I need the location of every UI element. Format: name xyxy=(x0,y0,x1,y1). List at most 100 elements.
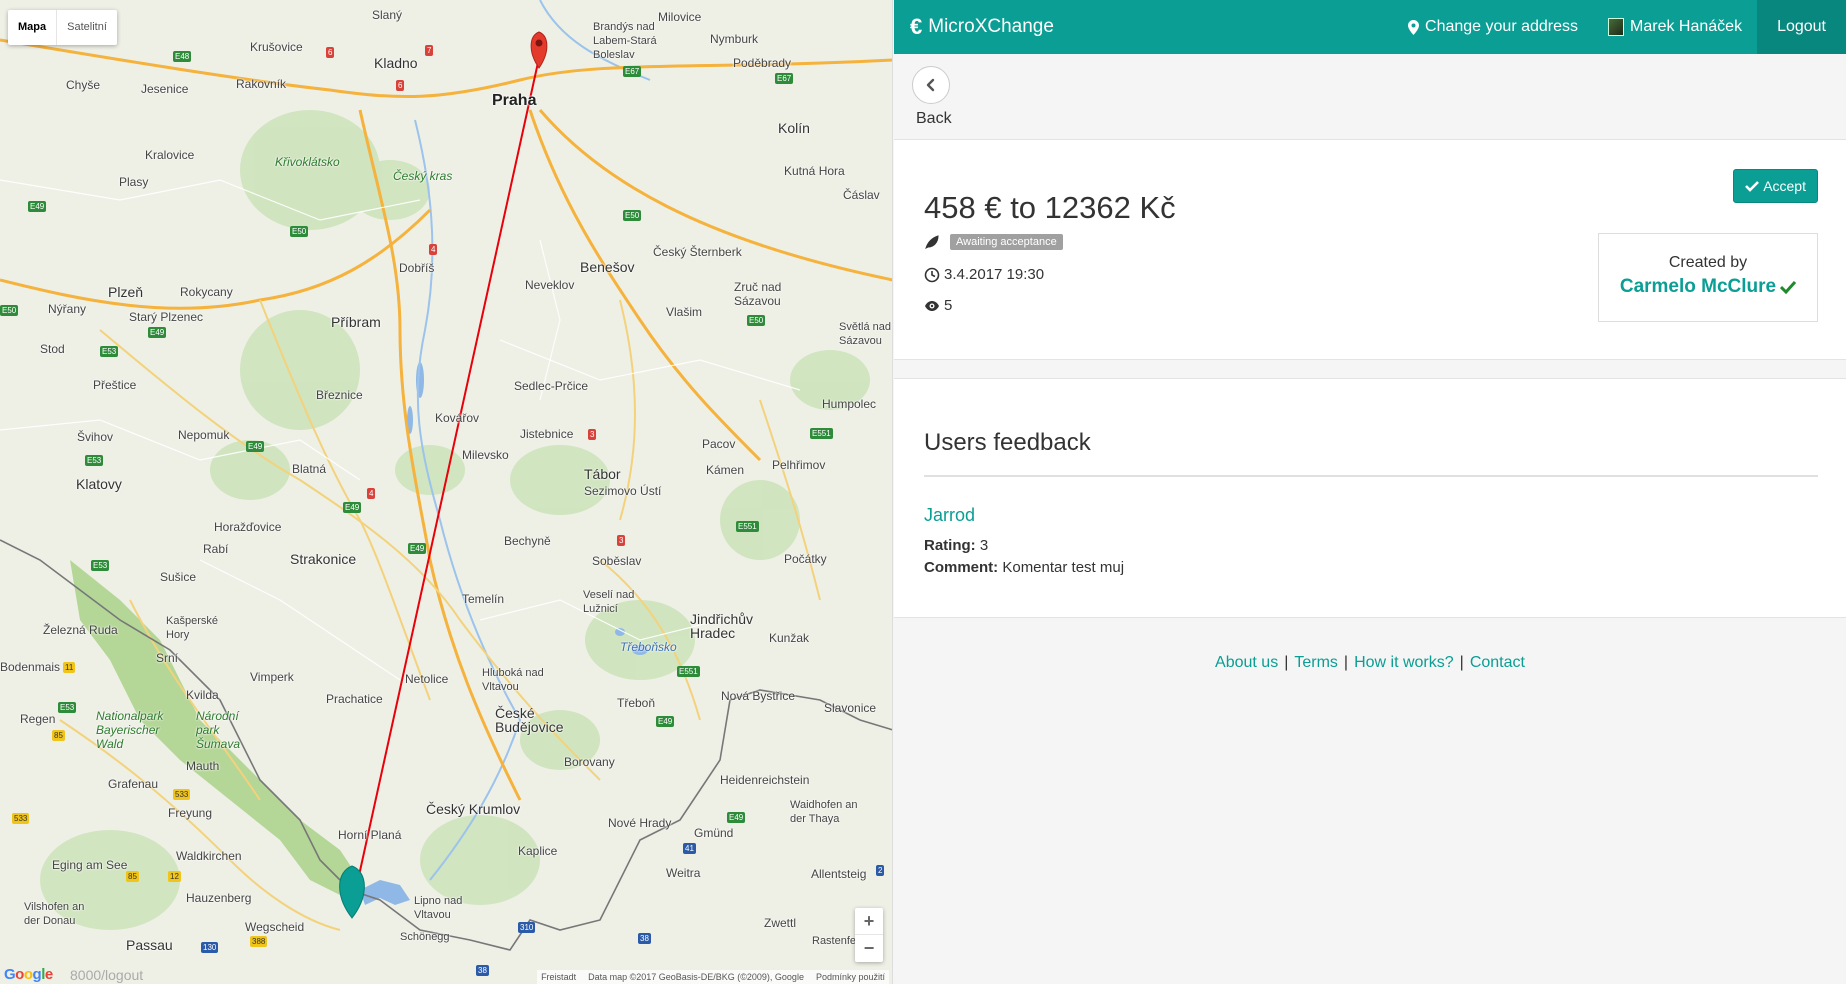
map-label-breznice: Březnice xyxy=(316,388,363,402)
rating-label: Rating: xyxy=(924,537,976,554)
footer-links: About us | Terms | How it works? | Contact xyxy=(894,654,1846,672)
road-badge: 12 xyxy=(168,871,181,882)
road-badge: E50 xyxy=(0,305,19,316)
map-label-bodenmais: Bodenmais xyxy=(0,660,61,674)
map-view[interactable]: Praha Kladno Slaný Brandýs nad Labem-Sta… xyxy=(0,0,893,984)
map-label-zruc: Zruč nad Sázavou xyxy=(734,280,782,308)
map-label-kralovice: Kralovice xyxy=(145,148,195,162)
offer-card: 458 € to 12362 Kč Awaiting acceptance 3.… xyxy=(894,140,1846,360)
map-label-pacov: Pacov xyxy=(702,437,736,451)
map-type-satellite-button[interactable]: Satelitní xyxy=(57,10,117,45)
road-badge: 533 xyxy=(12,813,30,824)
map-label-cesky-krumlov: Český Krumlov xyxy=(426,801,521,817)
map-label-ceske-budejovice: České Budějovice xyxy=(495,705,564,735)
back-button[interactable] xyxy=(912,66,950,104)
brand-name: MicroXChange xyxy=(928,16,1054,37)
navbar: € MicroXChange Change your address Marek… xyxy=(894,0,1846,54)
map-label-vlasim: Vlašim xyxy=(666,305,703,319)
map-label-milovice: Milovice xyxy=(658,10,702,24)
map-label-benesov: Benešov xyxy=(580,259,635,275)
road-badge: E49 xyxy=(656,716,675,727)
road-badge: E49 xyxy=(28,201,47,212)
back-bar: Back xyxy=(894,54,1846,140)
how-it-works-link[interactable]: How it works? xyxy=(1354,654,1454,671)
terms-link[interactable]: Terms xyxy=(1294,654,1338,671)
map-attribution: Freistadt Data map ©2017 GeoBasis-DE/BKG… xyxy=(537,970,889,984)
map-label-freyung: Freyung xyxy=(168,806,213,820)
road-badge: 388 xyxy=(250,936,268,947)
map-label-slany: Slaný xyxy=(372,8,403,22)
map-label-kutna-hora: Kutná Hora xyxy=(784,164,845,178)
map-label-prachatice: Prachatice xyxy=(326,692,383,706)
map-label-prestice: Přeštice xyxy=(93,378,137,392)
road-badge: 85 xyxy=(126,871,139,882)
accept-label: Accept xyxy=(1763,178,1806,194)
chevron-left-icon xyxy=(926,78,935,92)
road-badge: 11 xyxy=(63,662,76,673)
creator-name: Carmelo McClure xyxy=(1619,276,1777,297)
road-badge: E551 xyxy=(810,428,833,439)
creator-link[interactable]: Carmelo McClure xyxy=(1619,276,1797,298)
map-label-waldkirchen: Waldkirchen xyxy=(176,849,242,863)
change-address-label: Change your address xyxy=(1425,18,1579,35)
map-label-borovany: Borovany xyxy=(564,755,615,769)
datetime-row: 3.4.2017 19:30 xyxy=(924,266,1044,283)
map-label-grafenau: Grafenau xyxy=(108,777,159,791)
road-badge: E551 xyxy=(736,521,759,532)
road-badge: E49 xyxy=(408,543,427,554)
map-label-kovarov: Kovářov xyxy=(435,411,480,425)
about-us-link[interactable]: About us xyxy=(1215,654,1278,671)
map-label-vilshofen: Vilshofen an der Donau xyxy=(24,901,85,927)
created-by-label: Created by xyxy=(1668,254,1748,271)
brand-link[interactable]: € MicroXChange xyxy=(894,14,1393,40)
map-label-blatna: Blatná xyxy=(292,462,327,476)
road-badge: 130 xyxy=(201,942,219,953)
back-label[interactable]: Back xyxy=(916,110,952,128)
feedback-title: Users feedback xyxy=(924,429,1091,456)
road-badge: 2 xyxy=(876,865,885,876)
map-label-stary-plzenec: Starý Plzenec xyxy=(129,310,204,324)
map-label-nyrany: Nýřany xyxy=(48,302,87,316)
map-label-svihov: Švihov xyxy=(77,430,114,444)
logout-button[interactable]: Logout xyxy=(1757,0,1846,54)
accept-button[interactable]: Accept xyxy=(1733,169,1818,203)
contact-link[interactable]: Contact xyxy=(1470,654,1525,671)
views-row: 5 xyxy=(924,297,952,314)
map-label-lipno: Lipno nad Vltavou xyxy=(414,895,463,921)
map-label-heidenreichstein: Heidenreichstein xyxy=(720,773,810,787)
road-badge: 4 xyxy=(367,488,376,499)
map-label-cesky-kras: Český kras xyxy=(393,169,453,183)
map-label-caslav: Čáslav xyxy=(843,188,880,202)
road-badge: E551 xyxy=(677,666,700,677)
zoom-control[interactable]: + − xyxy=(855,908,883,962)
map-type-toggle[interactable]: Mapa Satelitní xyxy=(8,10,117,45)
verified-check-icon xyxy=(1780,280,1797,294)
map-label-pocatky: Počátky xyxy=(784,552,827,566)
map-label-dobris: Dobříš xyxy=(399,261,435,275)
map-label-praha: Praha xyxy=(492,92,537,109)
map-label-hauzenberg: Hauzenberg xyxy=(186,891,252,905)
map-label-zwettl: Zwettl xyxy=(764,916,797,930)
zoom-out-button[interactable]: − xyxy=(855,935,883,962)
footer-separator: | xyxy=(1284,654,1289,671)
map-label-neveklov: Neveklov xyxy=(525,278,575,292)
map-label-eging: Eging am See xyxy=(52,858,128,872)
road-badge: 533 xyxy=(173,789,191,800)
change-address-link[interactable]: Change your address xyxy=(1393,0,1593,54)
zoom-in-button[interactable]: + xyxy=(855,908,883,935)
attribution-terms-link[interactable]: Podmínky použití xyxy=(816,972,885,982)
map-label-rakovnik: Rakovník xyxy=(236,77,287,91)
road-badge: E48 xyxy=(173,51,192,62)
check-icon xyxy=(1745,181,1760,192)
map-canvas[interactable] xyxy=(0,0,893,984)
map-label-humpolec: Humpolec xyxy=(822,397,877,411)
map-label-kamen: Kámen xyxy=(706,463,745,477)
map-type-map-button[interactable]: Mapa xyxy=(8,10,58,45)
feedback-user-link[interactable]: Jarrod xyxy=(924,505,975,526)
map-label-pribram: Příbram xyxy=(331,314,381,330)
feedback-rating: Rating: 3 xyxy=(924,537,988,554)
offer-datetime: 3.4.2017 19:30 xyxy=(944,266,1045,283)
user-profile-link[interactable]: Marek Hanáček xyxy=(1593,0,1757,54)
map-label-svetla: Světlá nad Sázavou xyxy=(839,321,891,347)
map-label-kunzak: Kunžak xyxy=(769,631,810,645)
